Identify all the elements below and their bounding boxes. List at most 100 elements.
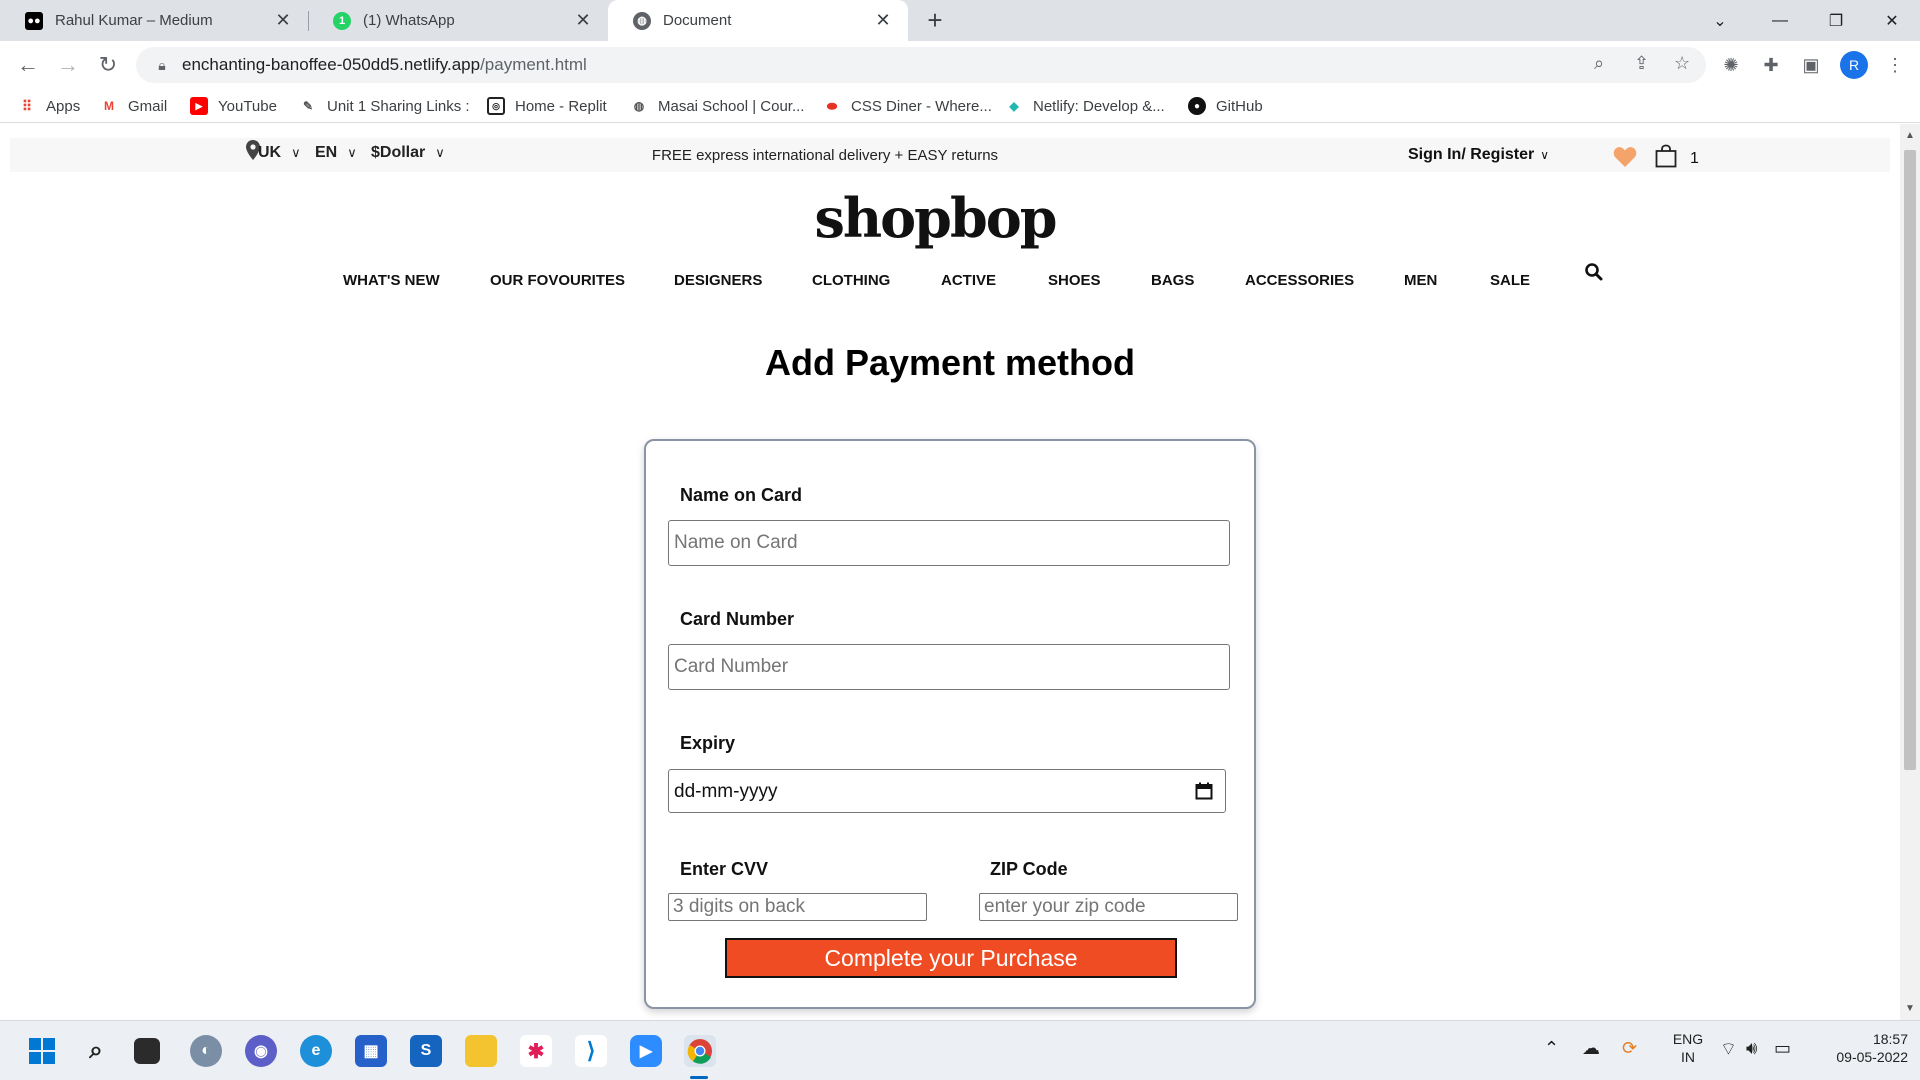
youtube-icon: ▶ [190, 97, 208, 115]
reload-icon[interactable]: ↻ [92, 49, 124, 81]
restore-button[interactable]: ❐ [1806, 0, 1866, 41]
nav-designers[interactable]: DESIGNERS [674, 272, 762, 289]
signin-register-link[interactable]: Sign In/ Register ∨ [1408, 146, 1549, 164]
input-language-indicator[interactable]: ENG IN [1668, 1030, 1708, 1066]
name-on-card-label: Name on Card [680, 485, 803, 505]
nav-our-favourites[interactable]: OUR FOVOURITES [490, 272, 625, 289]
cvv-label: Enter CVV [680, 859, 769, 879]
minimize-button[interactable]: — [1750, 0, 1810, 41]
chrome-menu-icon[interactable]: ⋮ [1880, 50, 1910, 80]
zoom-icon[interactable]: ⌕ [1594, 53, 1604, 74]
nav-sale[interactable]: SALE [1490, 272, 1530, 289]
tab-medium[interactable]: ●● Rahul Kumar – Medium ✕ [0, 0, 308, 41]
edge-icon[interactable]: e [300, 1035, 332, 1067]
close-tab-icon[interactable]: ✕ [270, 10, 296, 31]
scroll-up-arrow-icon[interactable]: ▲ [1904, 130, 1916, 141]
task-view-icon[interactable] [134, 1038, 160, 1064]
forward-icon[interactable]: → [52, 49, 84, 81]
calendar-icon[interactable] [1195, 782, 1213, 800]
zip-code-input[interactable] [979, 893, 1238, 921]
bookmark-netlify[interactable]: ◆ Netlify: Develop &... [1005, 97, 1164, 115]
expiry-label: Expiry [680, 733, 736, 753]
system-clock[interactable]: 18:57 09-05-2022 [1808, 1030, 1908, 1066]
bookmark-replit[interactable]: ◎ Home - Replit [487, 97, 607, 115]
wifi-icon[interactable]: ⌔ [1720, 1038, 1737, 1061]
tab-search-icon[interactable]: ⌄ [1690, 0, 1750, 41]
address-bar[interactable]: 🔒︎ enchanting-banoffee-050dd5.netlify.ap… [136, 47, 1706, 83]
nav-clothing[interactable]: CLOTHING [812, 272, 890, 289]
bookmark-youtube[interactable]: ▶ YouTube [190, 97, 277, 115]
lock-icon[interactable]: 🔒︎ [142, 57, 182, 74]
widgets-icon[interactable]: ◐ [190, 1035, 222, 1067]
bookmark-masai[interactable]: ◍ Masai School | Cour... [630, 97, 805, 115]
search-icon[interactable] [1584, 262, 1604, 282]
tab-whatsapp[interactable]: 1 (1) WhatsApp ✕ [308, 0, 608, 41]
battery-icon[interactable]: ▭ [1774, 1038, 1791, 1059]
whatsapp-icon: 1 [333, 11, 351, 30]
app-s-icon[interactable]: S [410, 1035, 442, 1067]
shopping-bag-icon[interactable] [1654, 144, 1678, 168]
bookmark-star-icon[interactable]: ☆ [1674, 53, 1690, 74]
nav-active[interactable]: ACTIVE [941, 272, 996, 289]
file-explorer-icon[interactable] [465, 1035, 497, 1067]
page-scrollbar[interactable]: ▲ ▼ [1900, 124, 1920, 1020]
chrome-icon[interactable] [684, 1035, 716, 1067]
extensions-puzzle-icon[interactable]: ✚ [1756, 50, 1786, 80]
tab-title: (1) WhatsApp [363, 12, 455, 29]
share-icon[interactable]: ⇪ [1634, 53, 1649, 74]
tab-document[interactable]: ◍ Document ✕ [608, 0, 908, 41]
slack-icon[interactable]: ✱ [520, 1035, 552, 1067]
store-icon[interactable]: ▦ [355, 1035, 387, 1067]
new-tab-button[interactable]: + [920, 6, 950, 36]
clock-time: 18:57 [1872, 1031, 1908, 1047]
main-navigation: WHAT'S NEW OUR FOVOURITES DESIGNERS CLOT… [0, 272, 1900, 296]
bookmark-css-diner[interactable]: ⬬ CSS Diner - Where... [823, 97, 992, 115]
zip-code-label: ZIP Code [990, 859, 1068, 879]
volume-icon[interactable]: 🔊︎ [1746, 1038, 1757, 1059]
cvv-input[interactable] [668, 893, 927, 921]
expiry-date-value: dd-mm-yyyy [674, 781, 778, 802]
card-number-input[interactable] [668, 644, 1230, 690]
chat-icon[interactable]: ◉ [245, 1035, 277, 1067]
scroll-down-arrow-icon[interactable]: ▼ [1904, 1003, 1916, 1014]
page-title: Add Payment method [764, 342, 1136, 383]
name-on-card-input[interactable] [668, 520, 1230, 566]
zoom-app-icon[interactable]: ▶ [630, 1035, 662, 1067]
nav-men[interactable]: MEN [1404, 272, 1437, 289]
expiry-date-input[interactable]: dd-mm-yyyy [668, 769, 1226, 813]
bookmark-gmail[interactable]: M Gmail [100, 97, 167, 115]
browser-toolbar: ← → ↻ 🔒︎ enchanting-banoffee-050dd5.netl… [0, 41, 1920, 89]
windows-start-icon[interactable] [26, 1035, 58, 1067]
vscode-icon[interactable]: ⟩ [575, 1035, 607, 1067]
nav-whats-new[interactable]: WHAT'S NEW [343, 272, 440, 289]
wishlist-heart-icon[interactable] [1613, 146, 1637, 168]
nav-bags[interactable]: BAGS [1151, 272, 1194, 289]
css-diner-icon: ⬬ [826, 98, 838, 113]
sync-icon[interactable]: ⟳ [1622, 1038, 1637, 1059]
chevron-up-icon[interactable]: ⌃ [1544, 1038, 1559, 1059]
bookmarks-bar: ⠿ Apps M Gmail ▶ YouTube ✎ Unit 1 Sharing Li… [0, 89, 1920, 123]
pen-icon: ✎ [302, 99, 314, 113]
clock-date: 09-05-2022 [1836, 1049, 1908, 1065]
back-icon[interactable]: ← [12, 49, 44, 81]
payment-form-card: Name on Card Card Number Expiry dd-mm-yy… [644, 439, 1256, 1009]
profile-avatar[interactable]: R [1840, 51, 1868, 79]
bookmark-label: Gmail [128, 97, 168, 115]
bookmark-apps[interactable]: ⠿ Apps [18, 97, 80, 115]
search-icon[interactable]: ⌕ [80, 1035, 112, 1067]
card-number-label: Card Number [680, 609, 795, 629]
extension-bug-icon[interactable]: ✺ [1716, 50, 1746, 80]
bookmark-github[interactable]: ● GitHub [1188, 97, 1263, 115]
bookmark-label: Unit 1 Sharing Links : [327, 97, 470, 115]
nav-shoes[interactable]: SHOES [1048, 272, 1101, 289]
scrollbar-thumb[interactable] [1904, 150, 1916, 770]
nav-accessories[interactable]: ACCESSORIES [1245, 272, 1354, 289]
close-tab-icon[interactable]: ✕ [870, 10, 896, 31]
close-tab-icon[interactable]: ✕ [570, 10, 596, 31]
bookmark-unit1[interactable]: ✎ Unit 1 Sharing Links : [299, 97, 470, 115]
shopbop-logo[interactable]: shopbop [0, 186, 1870, 250]
close-window-button[interactable]: ✕ [1862, 0, 1920, 41]
complete-purchase-button[interactable]: Complete your Purchase [725, 938, 1177, 978]
onedrive-icon[interactable]: ☁ [1582, 1038, 1600, 1059]
side-panel-icon[interactable]: ▣ [1796, 50, 1826, 80]
